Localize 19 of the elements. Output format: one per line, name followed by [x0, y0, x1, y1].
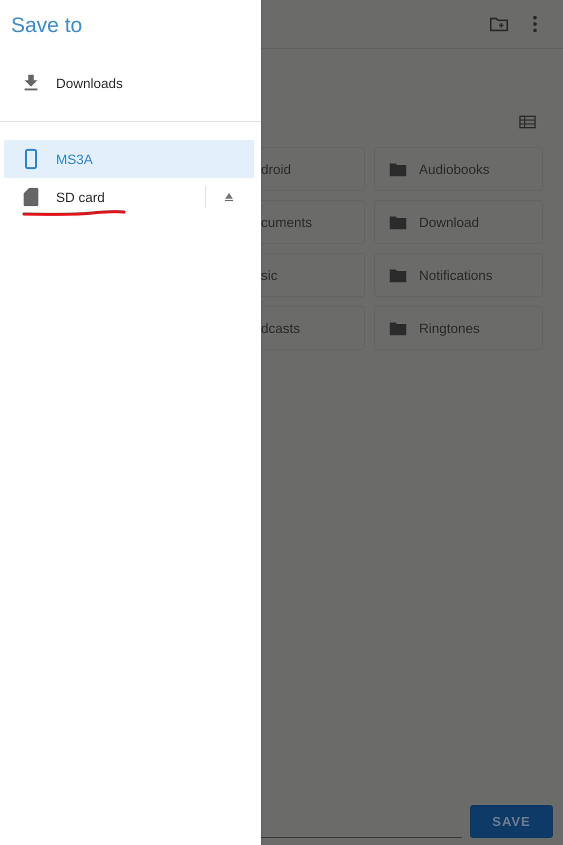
folder-tile[interactable]: droid	[261, 147, 365, 191]
more-options-icon[interactable]	[532, 13, 538, 35]
folder-tile[interactable]: dcasts	[261, 306, 365, 350]
folder-tile[interactable]: Download	[374, 200, 543, 244]
drawer-title: Save to	[10, 13, 84, 39]
folder-icon	[389, 268, 407, 282]
folder-tile[interactable]: sic	[261, 253, 365, 297]
folder-tile[interactable]: Notifications	[374, 253, 543, 297]
folder-tile[interactable]: cuments	[261, 200, 365, 244]
list-view-icon[interactable]	[519, 115, 536, 129]
folder-tile[interactable]: Audiobooks	[374, 147, 543, 191]
folder-tile[interactable]: Ringtones	[374, 306, 543, 350]
drawer-item[interactable]: MS3A	[4, 140, 254, 178]
folder-icon	[389, 214, 407, 230]
drawer-item[interactable]: Downloads	[4, 64, 254, 102]
folder-icon	[389, 320, 407, 336]
save-button[interactable]: SAVE	[470, 805, 553, 838]
folder-icon	[389, 162, 407, 176]
drawer-item[interactable]: SD card	[4, 178, 254, 216]
